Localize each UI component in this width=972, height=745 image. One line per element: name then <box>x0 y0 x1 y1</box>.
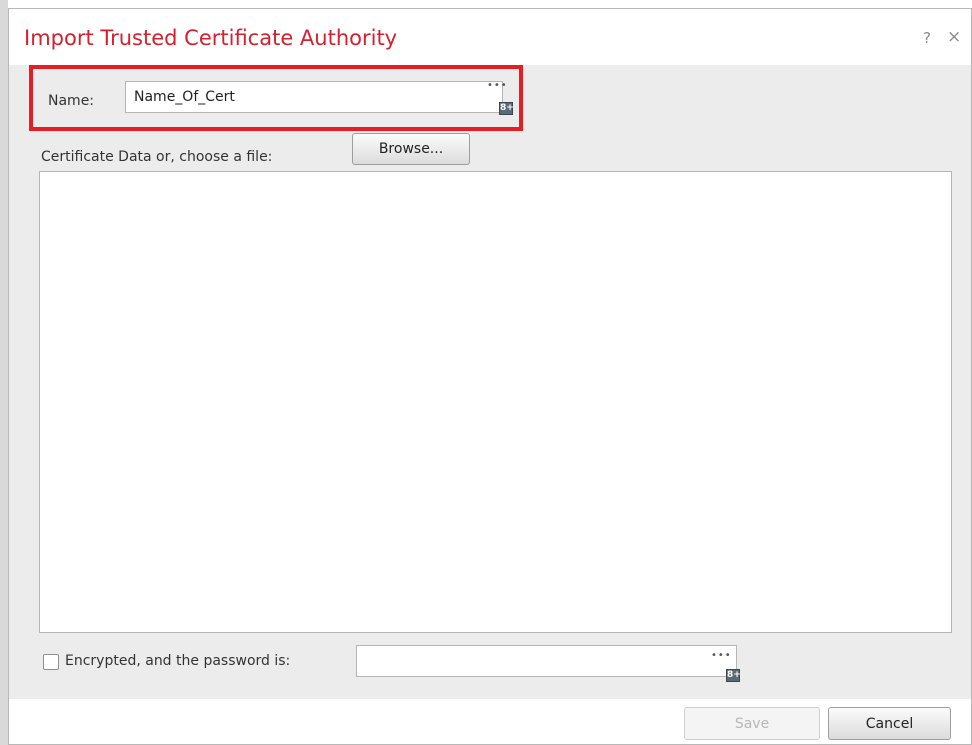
certificate-data-textarea[interactable] <box>39 171 952 633</box>
password-options-icon[interactable]: ••• <box>711 651 732 661</box>
name-label: Name: <box>48 93 95 109</box>
help-icon[interactable]: ? <box>923 29 931 47</box>
name-field-highlight: Name: ••• 8+ <box>29 65 523 131</box>
certificate-data-label: Certificate Data or, choose a file: <box>41 149 273 165</box>
cancel-button[interactable]: Cancel <box>828 707 951 740</box>
dialog-title-bar: Import Trusted Certificate Authority ? × <box>9 9 971 65</box>
import-trusted-ca-dialog: Import Trusted Certificate Authority ? ×… <box>8 8 972 745</box>
more-options-icon[interactable]: ••• <box>487 81 508 91</box>
password-variable-object-icon[interactable]: 8+ <box>726 669 741 682</box>
dialog-title: Import Trusted Certificate Authority <box>24 26 398 50</box>
browse-button[interactable]: Browse... <box>352 133 470 165</box>
variable-object-icon[interactable]: 8+ <box>499 102 514 115</box>
background-window-edge <box>0 0 8 745</box>
name-input[interactable] <box>125 81 503 113</box>
close-icon[interactable]: × <box>947 27 961 47</box>
password-input[interactable] <box>356 645 737 677</box>
save-button[interactable]: Save <box>684 707 820 740</box>
encrypted-label: Encrypted, and the password is: <box>65 653 291 669</box>
dialog-footer: Save Cancel <box>9 699 971 744</box>
encrypted-checkbox[interactable] <box>43 654 59 670</box>
